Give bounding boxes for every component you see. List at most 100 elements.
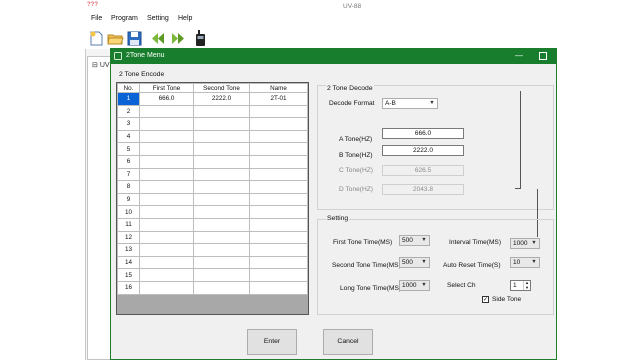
first-tone-cell[interactable] [139,180,194,194]
first-tone-cell[interactable]: 666.0 [139,92,194,106]
row-number-cell[interactable]: 14 [117,255,140,270]
name-cell[interactable] [249,129,308,144]
first-tone-cell[interactable] [139,205,194,219]
table-row[interactable]: 3 [117,117,308,131]
row-number-cell[interactable]: 1 [117,92,140,106]
table-row[interactable]: 10 [117,205,308,219]
menu-program[interactable]: Program [111,15,138,22]
second-tone-cell[interactable] [193,117,250,131]
interval-time-select[interactable]: 1000 ▼ [510,238,540,249]
first-tone-cell[interactable] [139,192,194,207]
second-tone-cell[interactable]: 2222.0 [193,92,250,106]
name-cell[interactable] [249,192,308,207]
table-row[interactable]: 5 [117,142,308,156]
maximize-icon[interactable] [539,52,547,60]
name-cell[interactable]: 2T-01 [249,92,308,106]
row-number-cell[interactable]: 11 [117,217,140,232]
table-row[interactable]: 12 [117,230,308,245]
second-tone-cell[interactable] [193,180,250,194]
row-number-cell[interactable]: 8 [117,180,140,194]
row-number-cell[interactable]: 5 [117,142,140,156]
first-tone-cell[interactable] [139,230,194,245]
table-row[interactable]: 1 666.0 2222.0 2T-01 [117,92,308,106]
table-row[interactable]: 13 [117,243,308,257]
column-header-name[interactable]: Name [249,83,308,93]
second-tone-cell[interactable] [193,205,250,219]
b-tone-input[interactable]: 2222.0 [382,145,464,156]
name-cell[interactable] [249,243,308,257]
column-header-first-tone[interactable]: First Tone [139,83,194,93]
name-cell[interactable] [249,142,308,156]
name-cell[interactable] [249,230,308,245]
name-cell[interactable] [249,167,308,182]
table-row[interactable]: 16 [117,280,308,295]
second-tone-cell[interactable] [193,243,250,257]
open-folder-icon[interactable] [107,30,124,47]
second-tone-cell[interactable] [193,268,250,282]
name-cell[interactable] [249,268,308,282]
auto-reset-time-select[interactable]: 10 ▼ [510,257,540,268]
second-tone-cell[interactable] [193,230,250,245]
row-number-cell[interactable]: 9 [117,192,140,207]
table-row[interactable]: 7 [117,167,308,182]
first-tone-cell[interactable] [139,117,194,131]
table-row[interactable]: 8 [117,180,308,194]
a-tone-input[interactable]: 666.0 [382,128,464,139]
name-cell[interactable] [249,117,308,131]
row-number-cell[interactable]: 10 [117,205,140,219]
first-tone-cell[interactable] [139,129,194,144]
first-tone-cell[interactable] [139,280,194,295]
name-cell[interactable] [249,280,308,295]
name-cell[interactable] [249,205,308,219]
second-tone-cell[interactable] [193,255,250,270]
radio-device-icon[interactable] [192,30,209,47]
name-cell[interactable] [249,154,308,169]
second-tone-cell[interactable] [193,192,250,207]
first-tone-time-select[interactable]: 500 ▼ [399,235,430,246]
table-row[interactable]: 2 [117,104,308,119]
table-row[interactable]: 15 [117,268,308,282]
row-number-cell[interactable]: 12 [117,230,140,245]
enter-button[interactable]: Enter [247,329,297,355]
row-number-cell[interactable]: 13 [117,243,140,257]
long-tone-time-select[interactable]: 1000 ▼ [399,280,430,291]
table-row[interactable]: 14 [117,255,308,270]
second-tone-cell[interactable] [193,167,250,182]
row-number-cell[interactable]: 4 [117,129,140,144]
column-header-second-tone[interactable]: Second Tone [193,83,250,93]
second-tone-time-select[interactable]: 500 ▼ [399,257,430,268]
select-ch-stepper[interactable]: 1 ▲ ▼ [510,280,531,291]
tree-root[interactable]: ⊟ UV [92,61,110,69]
second-tone-cell[interactable] [193,142,250,156]
side-tone-checkbox[interactable]: ✓ [482,296,489,303]
new-file-icon[interactable] [88,30,105,47]
table-row[interactable]: 6 [117,154,308,169]
decode-format-select[interactable]: A-B ▼ [382,98,438,109]
table-row[interactable]: 11 [117,217,308,232]
first-tone-cell[interactable] [139,104,194,119]
cancel-button[interactable]: Cancel [323,329,373,355]
second-tone-cell[interactable] [193,154,250,169]
row-number-cell[interactable]: 16 [117,280,140,295]
column-header-no[interactable]: No. [117,83,140,93]
first-tone-cell[interactable] [139,255,194,270]
name-cell[interactable] [249,255,308,270]
menu-file[interactable]: File [91,15,102,22]
first-tone-cell[interactable] [139,217,194,232]
menu-setting[interactable]: Setting [147,15,169,22]
row-number-cell[interactable]: 6 [117,154,140,169]
table-row[interactable]: 9 [117,192,308,207]
name-cell[interactable] [249,180,308,194]
minimize-icon[interactable]: — [514,51,524,61]
row-number-cell[interactable]: 2 [117,104,140,119]
first-tone-cell[interactable] [139,142,194,156]
table-row[interactable]: 4 [117,129,308,144]
row-number-cell[interactable]: 3 [117,117,140,131]
encode-table[interactable]: No. First Tone Second Tone Name 1 666.0 22… [116,82,309,315]
menu-help[interactable]: Help [178,15,192,22]
first-tone-cell[interactable] [139,243,194,257]
save-icon[interactable] [126,30,143,47]
second-tone-cell[interactable] [193,129,250,144]
second-tone-cell[interactable] [193,217,250,232]
read-radio-icon[interactable] [149,30,166,47]
